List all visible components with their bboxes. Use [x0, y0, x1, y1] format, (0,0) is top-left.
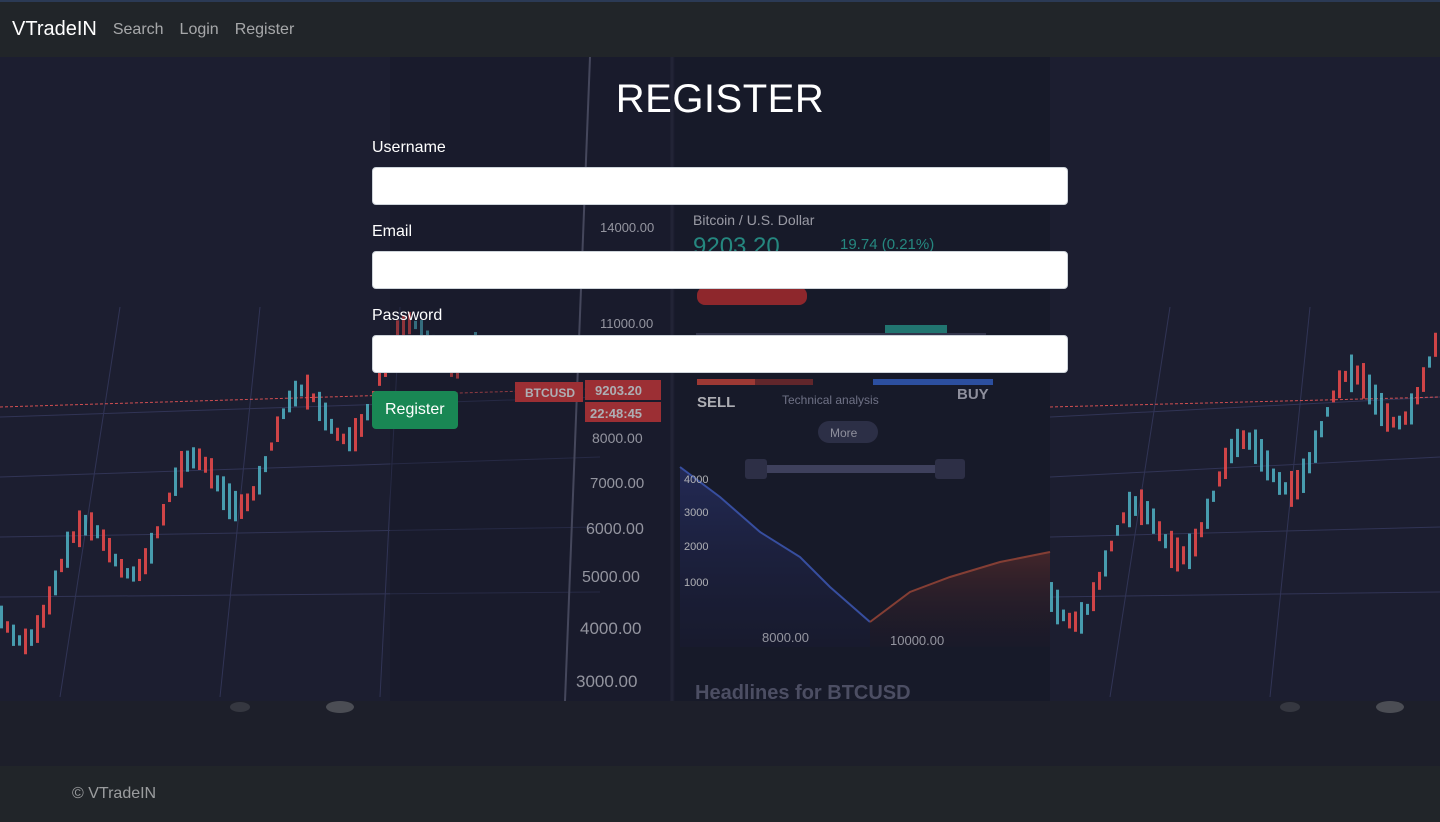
nav-link-register[interactable]: Register	[235, 21, 295, 39]
password-input[interactable]	[372, 335, 1068, 373]
nav-link-search[interactable]: Search	[113, 21, 164, 39]
footer: © VTradeIN	[0, 766, 1440, 822]
register-button[interactable]: Register	[372, 391, 458, 429]
footer-copyright: © VTradeIN	[72, 785, 157, 802]
username-label: Username	[372, 139, 446, 156]
nav-link-login[interactable]: Login	[180, 21, 219, 39]
register-form: REGISTER Username Email Password Registe…	[372, 57, 1068, 429]
email-label: Email	[372, 223, 413, 240]
email-input[interactable]	[372, 251, 1068, 289]
username-input[interactable]	[372, 167, 1068, 205]
password-label: Password	[372, 307, 443, 324]
top-navbar: VTradeIN Search Login Register	[0, 0, 1440, 57]
brand-link[interactable]: VTradeIN	[12, 18, 97, 41]
bottom-overlay	[0, 701, 1440, 766]
page-title: REGISTER	[615, 77, 825, 121]
